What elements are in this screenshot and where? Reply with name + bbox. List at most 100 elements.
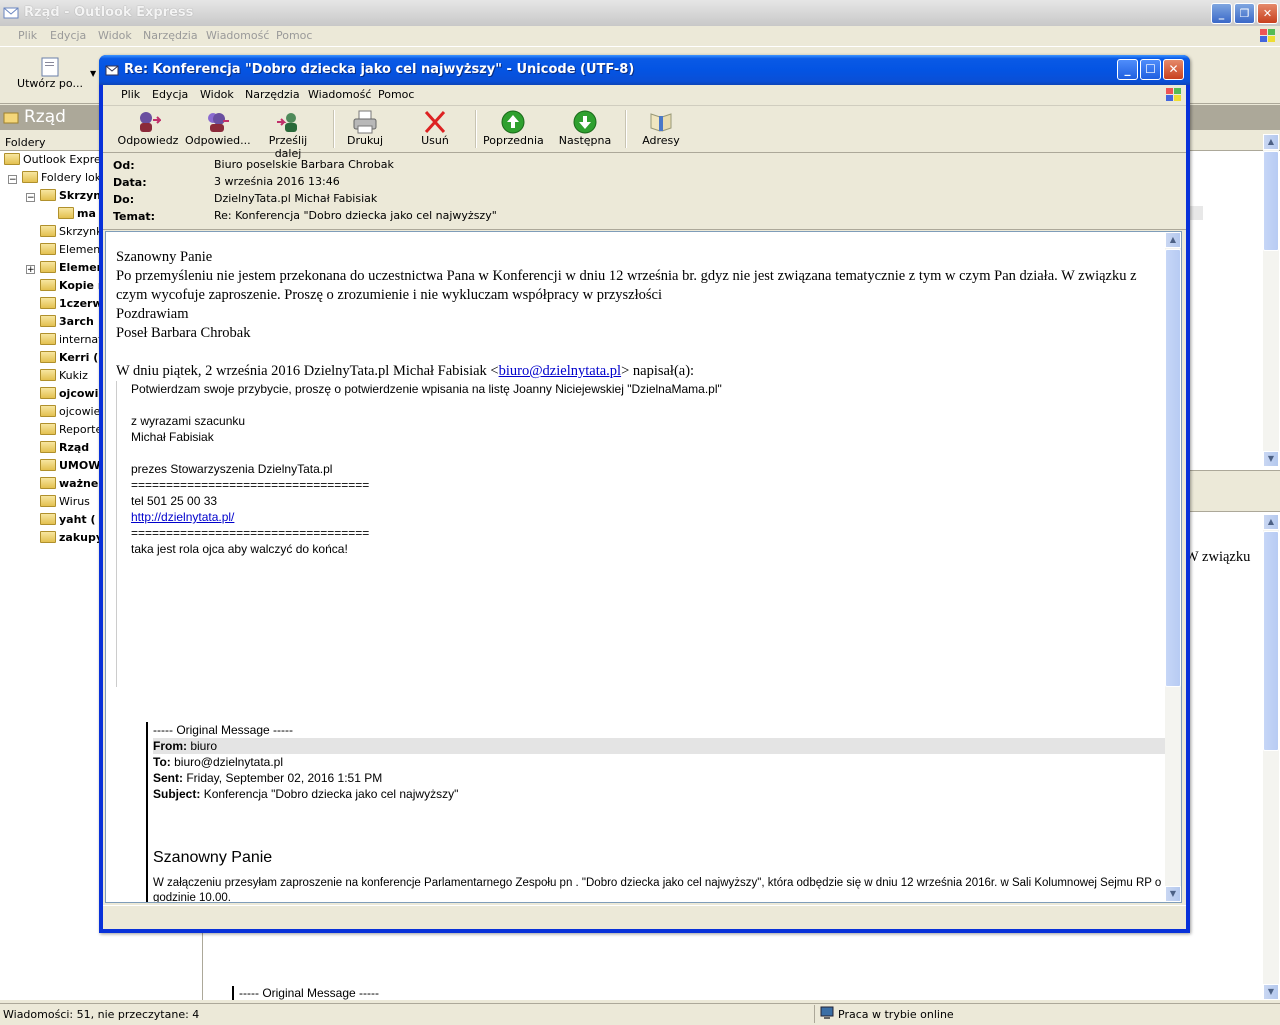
folder-tree-item[interactable]: yaht (: [40, 511, 96, 529]
message-body[interactable]: Szanowny Panie Po przemyśleniu nie jeste…: [105, 231, 1182, 903]
body-regards: Pozdrawiam: [116, 306, 189, 322]
arrow-up-icon: [500, 110, 526, 134]
menu-plik[interactable]: Plik: [18, 29, 37, 42]
msg-menu-wiadomosc[interactable]: Wiadomość: [308, 88, 371, 101]
reply-all-button[interactable]: Odpowied...: [185, 108, 251, 152]
preview-scrollbar[interactable]: ▲ ▼: [1263, 514, 1279, 1000]
quote-line: Potwierdzam swoje przybycie, proszę o po…: [131, 382, 722, 396]
reply-button[interactable]: Odpowiedz: [115, 108, 181, 152]
folder-tree-item[interactable]: ma: [58, 205, 96, 223]
folder-bar-title: Rząd: [24, 107, 66, 127]
maximize-button[interactable]: ❐: [1234, 3, 1255, 24]
folder-icon: [40, 351, 56, 363]
menu-narzedzia[interactable]: Narzędzia: [143, 29, 198, 42]
scroll-up-icon[interactable]: ▲: [1263, 514, 1279, 530]
toolbar-separator: [333, 110, 335, 148]
minimize-button[interactable]: _: [1211, 3, 1232, 24]
menu-widok[interactable]: Widok: [98, 29, 132, 42]
outlook-express-icon: [3, 5, 19, 21]
folder-icon: [40, 261, 56, 273]
folder-tree-label: Kerri (: [59, 351, 99, 364]
msg-close-button[interactable]: ✕: [1163, 59, 1184, 80]
scroll-thumb[interactable]: [1165, 249, 1181, 687]
dropdown-arrow-icon[interactable]: ▼: [90, 69, 96, 78]
msg-menu-pomoc[interactable]: Pomoc: [378, 88, 414, 101]
message-body-scrollbar[interactable]: ▲ ▼: [1165, 232, 1181, 902]
folder-tree-label: Kopie r: [59, 279, 104, 292]
folder-icon: [40, 387, 56, 399]
message-list-scrollbar[interactable]: ▲ ▼: [1263, 134, 1279, 467]
scroll-down-icon[interactable]: ▼: [1165, 886, 1181, 902]
folder-tree-item[interactable]: Skrzyn: [40, 187, 101, 205]
scroll-thumb[interactable]: [1263, 531, 1279, 751]
folder-tree-item[interactable]: ojcowie: [40, 403, 100, 421]
folder-tree-item[interactable]: ojcowi: [40, 385, 98, 403]
delete-x-icon: [422, 110, 448, 134]
folder-tree-item[interactable]: Reporte: [40, 421, 102, 439]
next-button[interactable]: Następna: [555, 108, 615, 152]
tree-expander-icon[interactable]: −: [8, 175, 17, 185]
folder-tree-item[interactable]: UMOW: [40, 457, 100, 475]
folder-tree-item[interactable]: Kerri (: [40, 349, 98, 367]
folder-icon: [3, 110, 19, 124]
forward-button[interactable]: Prześlij dalej: [255, 108, 321, 160]
menu-wiadomosc[interactable]: Wiadomość: [206, 29, 269, 42]
folder-icon: [40, 297, 56, 309]
close-button[interactable]: ✕: [1257, 3, 1278, 24]
folder-icon: [40, 441, 56, 453]
scroll-up-icon[interactable]: ▲: [1165, 232, 1181, 248]
tree-expander-icon[interactable]: −: [26, 193, 35, 203]
orig-from-label: From:: [153, 739, 187, 753]
msg-menu-plik[interactable]: Plik: [121, 88, 140, 101]
subject-value: Re: Konferencja "Dobro dziecka jako cel …: [214, 209, 497, 222]
folder-tree-item[interactable]: Element: [40, 241, 105, 259]
folder-icon: [4, 153, 20, 165]
folder-tree-item[interactable]: Rząd: [40, 439, 89, 457]
scroll-up-icon[interactable]: ▲: [1263, 134, 1279, 150]
print-button[interactable]: Drukuj: [343, 108, 387, 152]
quote-email-link[interactable]: biuro@dzielnytata.pl: [499, 363, 621, 379]
msg-menu-narzedzia[interactable]: Narzędzia: [245, 88, 300, 101]
create-mail-label: Utwórz po...: [17, 77, 83, 90]
windows-logo-icon: [1258, 27, 1278, 45]
scroll-thumb[interactable]: [1263, 151, 1279, 251]
main-menubar: Plik Edycja Widok Narzędzia Wiadomość Po…: [0, 26, 1280, 46]
folder-tree-item[interactable]: zakupy: [40, 529, 103, 547]
msg-menu-edycja[interactable]: Edycja: [152, 88, 188, 101]
from-value: Biuro poselskie Barbara Chrobak: [214, 158, 394, 171]
menu-pomoc[interactable]: Pomoc: [276, 29, 312, 42]
print-label: Drukuj: [346, 134, 384, 147]
quoted-message: Potwierdzam swoje przybycie, proszę o po…: [116, 381, 1156, 687]
folder-tree-item[interactable]: internat: [40, 331, 102, 349]
quote-line: taka jest rola ojca aby walczyć do końca…: [131, 542, 348, 556]
forward-icon: [275, 110, 301, 134]
folder-tree-item[interactable]: Foldery loka: [22, 169, 108, 187]
folder-tree-item[interactable]: 1czerw: [40, 295, 103, 313]
create-mail-button[interactable]: Utwórz po...: [8, 51, 92, 99]
scroll-down-icon[interactable]: ▼: [1263, 984, 1279, 1000]
msg-minimize-button[interactable]: _: [1117, 59, 1138, 80]
date-value: 3 września 2016 13:46: [214, 175, 340, 188]
previous-button[interactable]: Poprzednia: [483, 108, 544, 152]
selected-row-fragment: [1188, 206, 1203, 220]
folder-tree-item[interactable]: Kukiz: [40, 367, 88, 385]
folder-tree-item[interactable]: Outlook Express: [4, 151, 112, 169]
folder-tree-item[interactable]: Kopie r: [40, 277, 103, 295]
message-window-titlebar[interactable]: Re: Konferencja "Dobro dziecka jako cel …: [99, 55, 1190, 85]
addresses-button[interactable]: Adresy: [639, 108, 683, 152]
printer-icon: [352, 110, 378, 134]
folder-tree-item[interactable]: Elemen: [40, 259, 105, 277]
delete-button[interactable]: Usuń: [413, 108, 457, 152]
folder-tree-item[interactable]: Skrzynk: [40, 223, 103, 241]
tree-expander-icon[interactable]: +: [26, 265, 35, 275]
menu-edycja[interactable]: Edycja: [50, 29, 86, 42]
website-link[interactable]: http://dzielnytata.pl/: [131, 510, 234, 524]
folder-tree-item[interactable]: ważne: [40, 475, 98, 493]
folder-tree-item[interactable]: 3arch: [40, 313, 94, 331]
orig-subject-label: Subject:: [153, 787, 201, 801]
msg-menu-widok[interactable]: Widok: [200, 88, 234, 101]
folder-tree-item[interactable]: Wirus: [40, 493, 90, 511]
preview-original-message: ----- Original Message -----: [232, 986, 379, 1000]
msg-maximize-button[interactable]: ☐: [1140, 59, 1161, 80]
scroll-down-icon[interactable]: ▼: [1263, 451, 1279, 467]
